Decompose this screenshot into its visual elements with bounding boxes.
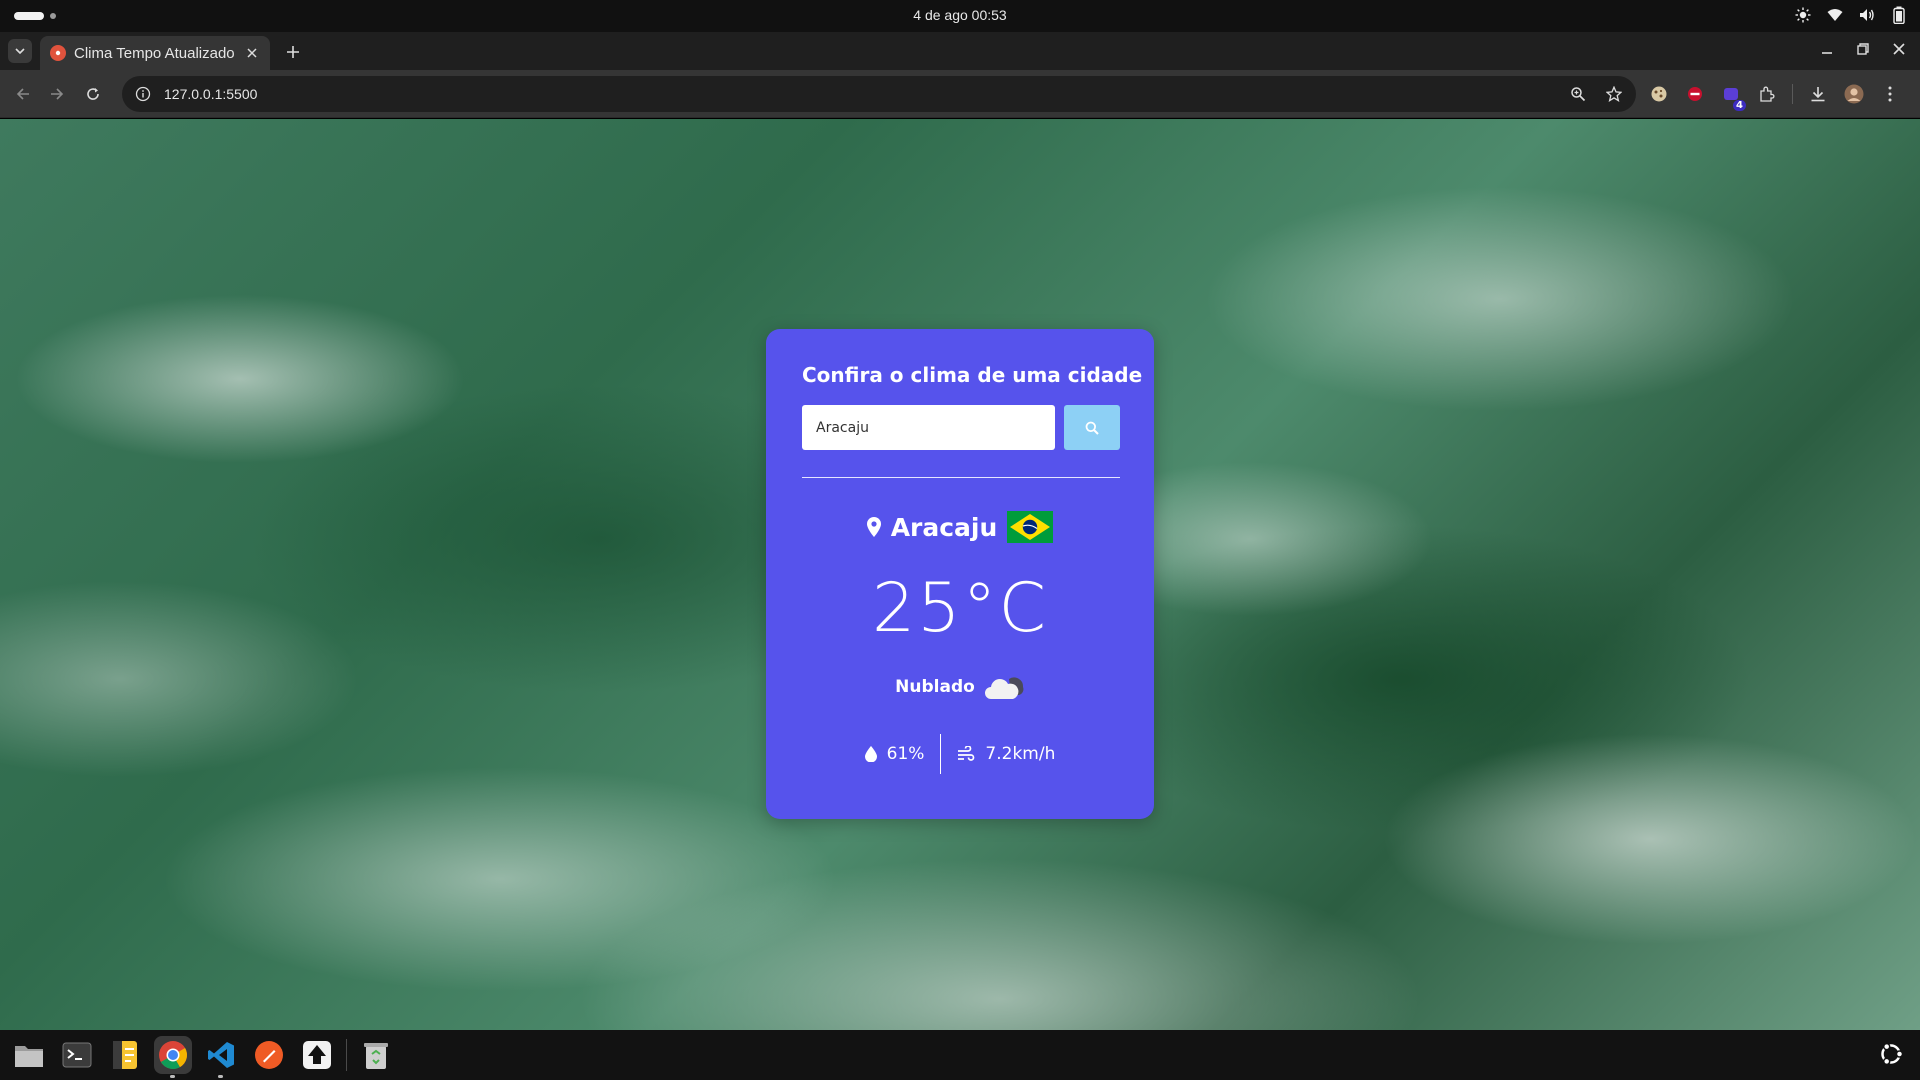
inkscape-icon xyxy=(303,1041,331,1069)
dock-vscode[interactable] xyxy=(202,1036,240,1078)
back-button[interactable] xyxy=(12,83,34,105)
tab-close-icon[interactable] xyxy=(244,45,260,61)
dock-notes[interactable] xyxy=(106,1036,144,1074)
humidity-detail: 61% xyxy=(849,744,941,764)
arrow-right-icon xyxy=(51,88,64,100)
extension-badge-icon[interactable]: 4 xyxy=(1720,83,1746,111)
search-button[interactable] xyxy=(1064,405,1120,450)
weather-card: Confira o clima de uma cidade Aracaju 25… xyxy=(766,329,1154,819)
minimize-button[interactable] xyxy=(1820,42,1834,56)
browser-menu-icon[interactable] xyxy=(1879,83,1901,105)
extension-badge-count: 4 xyxy=(1733,100,1746,111)
city-name: Aracaju xyxy=(890,512,998,542)
city-row: Aracaju xyxy=(766,511,1154,543)
toolbar-divider xyxy=(1792,84,1793,104)
chevron-down-icon xyxy=(15,48,25,54)
tab-active[interactable]: Clima Tempo Atualizado xyxy=(40,36,270,70)
system-clock[interactable]: 4 de ago 00:53 xyxy=(0,7,1920,23)
temperature-display: 25°C xyxy=(766,569,1154,648)
temperature-value: 25 xyxy=(871,569,963,648)
dock-files[interactable] xyxy=(10,1036,48,1074)
volume-icon[interactable] xyxy=(1858,6,1876,24)
window-controls xyxy=(1820,42,1906,56)
dock-trash[interactable] xyxy=(357,1036,395,1074)
weather-details: 61% 7.2km/h xyxy=(766,734,1154,774)
city-search-input[interactable] xyxy=(802,405,1055,450)
extension-blocker-icon[interactable] xyxy=(1684,83,1706,105)
brazil-flag-icon xyxy=(1007,511,1054,543)
wind-detail: 7.2km/h xyxy=(941,744,1071,764)
download-icon[interactable] xyxy=(1807,83,1829,105)
wind-value: 7.2km/h xyxy=(985,744,1056,764)
weather-favicon-icon xyxy=(50,45,66,61)
ubuntu-logo-icon xyxy=(1881,1042,1904,1066)
close-window-button[interactable] xyxy=(1892,42,1906,56)
wifi-icon[interactable] xyxy=(1826,6,1844,24)
card-title: Confira o clima de uma cidade xyxy=(802,363,1143,387)
extensions-area: 4 xyxy=(1648,83,1901,111)
bookmark-star-icon[interactable] xyxy=(1604,84,1624,104)
forward-button[interactable] xyxy=(46,83,68,105)
dock xyxy=(0,1030,1920,1080)
card-divider xyxy=(802,477,1120,478)
battery-icon[interactable] xyxy=(1890,6,1908,24)
dock-divider xyxy=(346,1039,347,1071)
chrome-icon xyxy=(159,1041,187,1069)
site-info-icon[interactable] xyxy=(132,83,154,105)
wind-icon xyxy=(958,746,975,761)
temperature-unit: °C xyxy=(962,569,1048,648)
tab-title: Clima Tempo Atualizado xyxy=(74,44,235,62)
zoom-icon[interactable] xyxy=(1568,84,1588,104)
search-icon xyxy=(1085,421,1099,435)
system-top-bar: 4 de ago 00:53 xyxy=(0,0,1920,32)
brightness-icon[interactable] xyxy=(1794,6,1812,24)
reload-button[interactable] xyxy=(82,83,104,105)
page-background-ocean: Confira o clima de uma cidade Aracaju 25… xyxy=(0,119,1920,1030)
dock-chrome[interactable] xyxy=(154,1036,192,1078)
tab-search-button[interactable] xyxy=(8,39,32,63)
dock-terminal[interactable] xyxy=(58,1036,96,1074)
system-tray[interactable] xyxy=(1794,6,1908,24)
dock-inkscape[interactable] xyxy=(298,1036,336,1074)
plus-icon xyxy=(287,46,299,58)
running-indicator xyxy=(170,1075,175,1078)
extension-cookie-icon[interactable] xyxy=(1648,83,1670,105)
terminal-icon xyxy=(62,1042,92,1068)
notes-icon xyxy=(113,1041,137,1069)
humidity-drop-icon xyxy=(864,746,877,762)
extensions-puzzle-icon[interactable] xyxy=(1756,83,1778,105)
folder-icon xyxy=(15,1046,43,1067)
dock-postman[interactable] xyxy=(250,1036,288,1074)
browser-toolbar: 127.0.0.1:5500 4 xyxy=(0,70,1920,118)
profile-avatar[interactable] xyxy=(1843,83,1865,105)
reload-icon xyxy=(87,88,99,100)
postman-icon xyxy=(255,1041,283,1069)
arrow-left-icon xyxy=(16,88,29,100)
browser-tab-strip: Clima Tempo Atualizado xyxy=(0,32,1920,70)
weather-description: Nublado xyxy=(895,677,975,697)
url-text[interactable]: 127.0.0.1:5500 xyxy=(164,86,257,102)
cloudy-weather-icon xyxy=(984,677,1024,699)
new-tab-button[interactable] xyxy=(282,41,304,63)
vscode-icon xyxy=(208,1042,234,1068)
restore-button[interactable] xyxy=(1856,42,1870,56)
address-bar[interactable]: 127.0.0.1:5500 xyxy=(122,76,1636,112)
show-apps-button[interactable] xyxy=(1876,1039,1906,1069)
location-pin-icon xyxy=(866,517,881,537)
weather-description-row: Nublado xyxy=(766,673,1154,701)
running-indicator xyxy=(218,1075,223,1078)
trash-icon xyxy=(364,1043,388,1069)
humidity-value: 61% xyxy=(886,744,925,764)
